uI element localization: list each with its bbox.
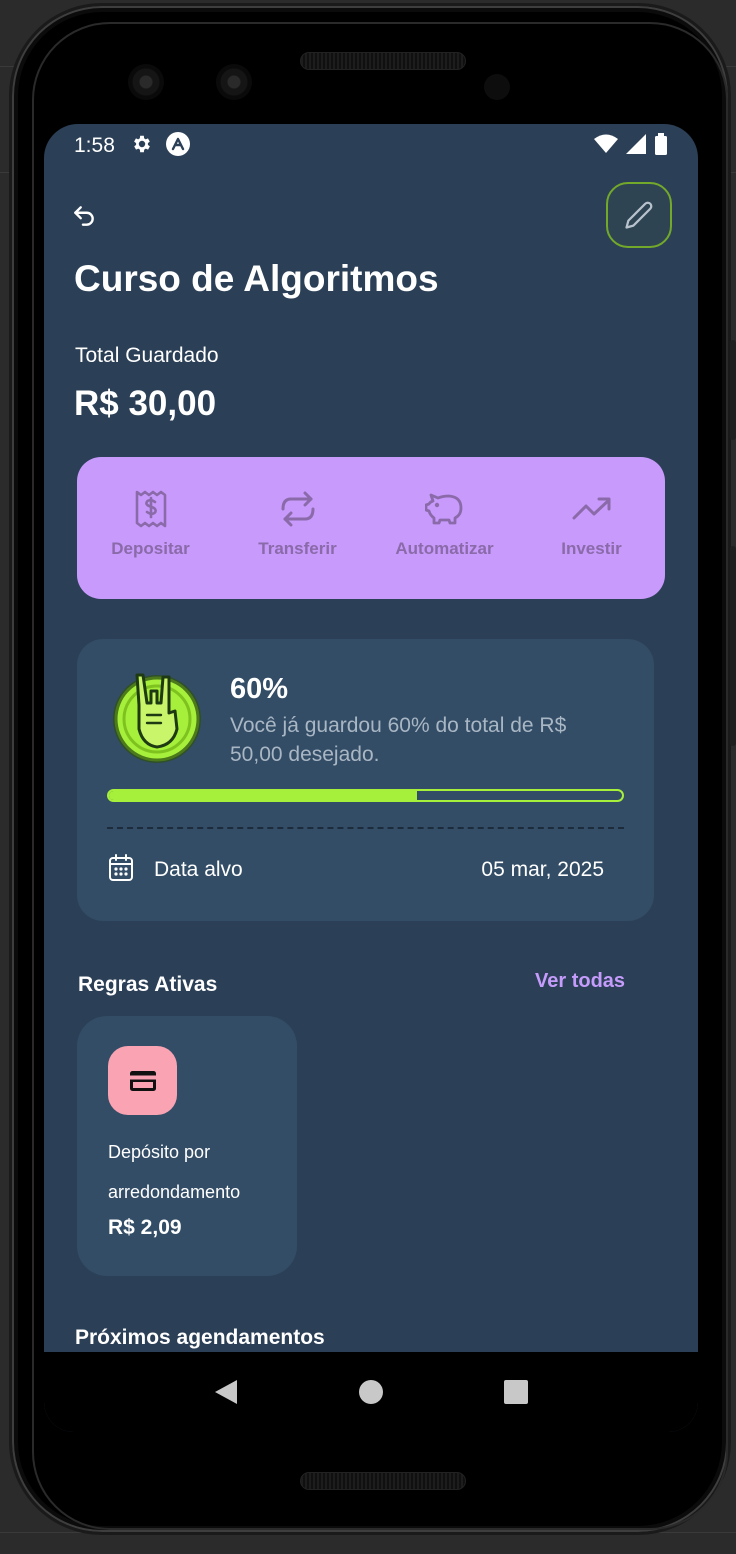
- credit-card-icon: [129, 1070, 156, 1091]
- status-time: 1:58: [74, 134, 115, 157]
- nav-home-icon[interactable]: [358, 1379, 384, 1405]
- calendar-icon: [109, 854, 133, 881]
- invest-label: Investir: [561, 539, 622, 558]
- next-schedules-title: Próximos agendamentos: [75, 1326, 325, 1349]
- deposit-label: Depositar: [111, 539, 190, 558]
- app-screen: 1:58 Curso de Algoritmos Total Guardado …: [44, 124, 698, 1432]
- undo-arrow-icon: [74, 206, 94, 226]
- notification-a-icon: [165, 131, 191, 162]
- receipt-dollar-icon: [135, 490, 166, 528]
- status-bar: 1:58: [44, 124, 698, 168]
- wifi-icon: [594, 134, 618, 159]
- transfer-button[interactable]: Transferir: [224, 457, 371, 599]
- system-nav-bar: [44, 1352, 698, 1432]
- invest-button[interactable]: Investir: [518, 457, 665, 599]
- progress-card: 60% Você já guardou 60% do total de R$ 5…: [77, 639, 654, 921]
- rule-amount: R$ 2,09: [108, 1216, 182, 1239]
- transfer-label: Transferir: [258, 539, 337, 558]
- earpiece-speaker: [300, 52, 466, 70]
- front-camera: [128, 64, 164, 100]
- battery-icon: [654, 132, 668, 160]
- automate-label: Automatizar: [395, 539, 494, 558]
- back-button[interactable]: [70, 202, 98, 230]
- piggy-bank-icon: [424, 493, 462, 525]
- nav-back-icon[interactable]: [213, 1378, 239, 1406]
- edit-button[interactable]: [606, 182, 672, 248]
- progress-bar-fill: [109, 791, 417, 800]
- bottom-speaker: [300, 1472, 466, 1490]
- deposit-button[interactable]: Depositar: [77, 457, 224, 599]
- trending-up-icon: [572, 497, 610, 520]
- see-all-link[interactable]: Ver todas: [535, 970, 625, 993]
- rule-name: Depósito por arredondamento: [108, 1142, 241, 1202]
- progress-description: Você já guardou 60% do total de R$ 50,00…: [230, 714, 567, 766]
- signal-icon: [626, 133, 646, 159]
- page-title: Curso de Algoritmos: [74, 258, 439, 299]
- rock-hand-badge-icon: [113, 673, 201, 763]
- front-camera-secondary: [216, 64, 252, 100]
- proximity-sensor: [484, 74, 510, 100]
- side-button: [730, 546, 736, 746]
- rule-icon-container: [108, 1046, 177, 1115]
- transfer-arrows-icon: [281, 491, 314, 527]
- divider: [107, 827, 624, 829]
- active-rules-title: Regras Ativas: [78, 973, 218, 996]
- quick-actions: Depositar Transferir Automatizar Investi…: [77, 457, 665, 599]
- total-saved-label: Total Guardado: [75, 344, 219, 367]
- progress-bar: [107, 789, 624, 802]
- progress-percent: 60%: [230, 673, 289, 705]
- header: [44, 182, 698, 248]
- gear-icon: [131, 133, 153, 160]
- nav-recents-icon[interactable]: [503, 1379, 529, 1405]
- side-button: [730, 340, 736, 440]
- background-line: [0, 1532, 736, 1533]
- rule-card[interactable]: Depósito por arredondamento R$ 2,09: [77, 1016, 297, 1276]
- pencil-icon: [625, 201, 653, 229]
- automate-button[interactable]: Automatizar: [371, 457, 518, 599]
- total-saved-value: R$ 30,00: [74, 384, 217, 423]
- target-date-label: Data alvo: [154, 858, 243, 881]
- target-date-value: 05 mar, 2025: [481, 858, 604, 881]
